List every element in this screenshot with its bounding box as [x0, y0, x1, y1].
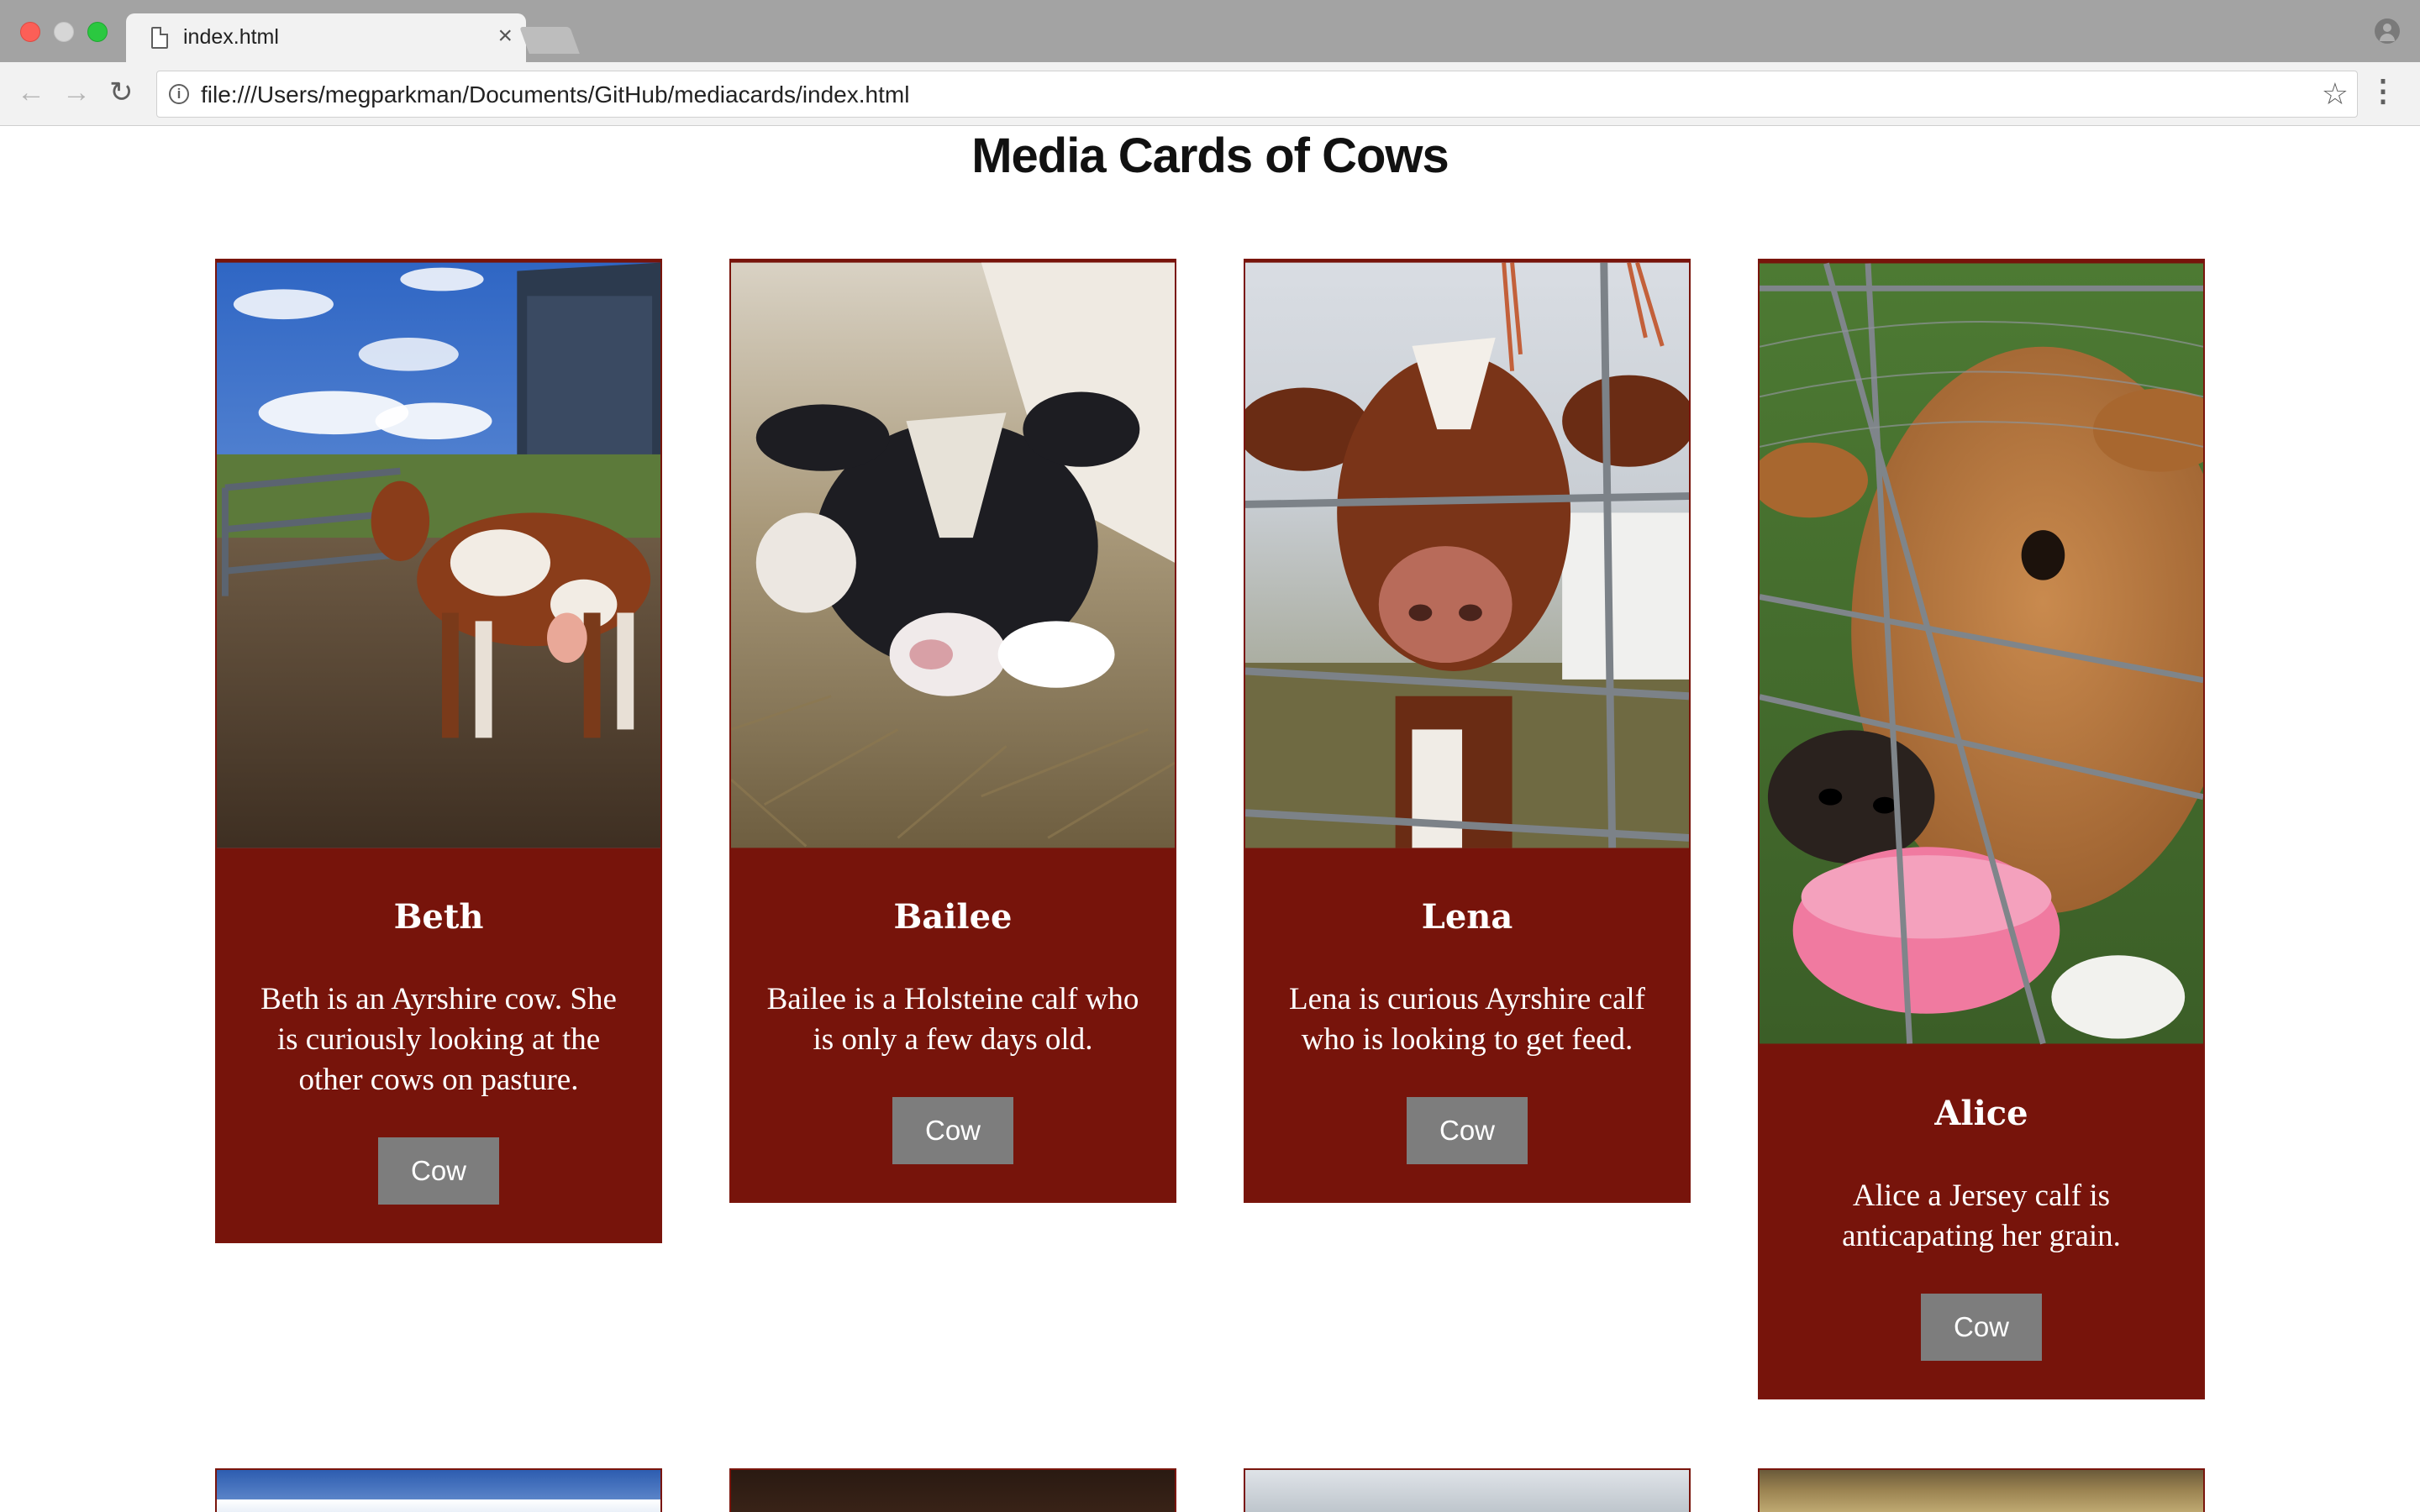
card-description: Beth is an Ayrshire cow. She is curiousl… — [260, 982, 617, 1097]
reload-icon[interactable]: ↻ — [109, 76, 134, 109]
maximize-window-button[interactable] — [87, 22, 108, 42]
card-body: Alice Alice a Jersey calf is anticapatin… — [1760, 1047, 2203, 1398]
browser-tab-bar: index.html × — [0, 0, 2420, 62]
cow-photo-lena — [1245, 261, 1689, 848]
cow-button[interactable]: Cow — [1407, 1097, 1528, 1164]
card-body: Bailee Bailee is a Holsteine calf who is… — [731, 850, 1175, 1201]
media-card-beth: Beth Beth is an Ayrshire cow. She is cur… — [215, 259, 662, 1243]
close-window-button[interactable] — [20, 22, 40, 42]
cow-button[interactable]: Cow — [378, 1137, 499, 1205]
media-card-partial — [729, 1468, 1176, 1512]
media-card-alice: Alice Alice a Jersey calf is anticapatin… — [1758, 259, 2205, 1399]
browser-tab[interactable]: index.html × — [126, 13, 526, 62]
cow-photo-bailee — [731, 262, 1175, 848]
card-title: Lena — [1421, 897, 1513, 937]
cow-button[interactable]: Cow — [892, 1097, 1013, 1164]
media-card-partial — [215, 1468, 662, 1512]
forward-icon[interactable]: → — [62, 76, 91, 109]
info-icon[interactable]: i — [169, 84, 189, 104]
new-tab-button[interactable] — [519, 27, 580, 54]
browser-menu-icon[interactable]: ⋮ — [2368, 74, 2398, 108]
card-title: Alice — [1934, 1094, 2028, 1133]
cow-photo-alice — [1760, 262, 2203, 1045]
browser-toolbar: ← → ↻ i file:///Users/megparkman/Documen… — [0, 62, 2420, 126]
tab-title: index.html — [183, 25, 279, 49]
url-text[interactable]: file:///Users/megparkman/Documents/GitHu… — [201, 81, 909, 108]
cow-photo-beth — [217, 262, 660, 848]
card-description: Alice a Jersey calf is anticapating her … — [1842, 1179, 2121, 1253]
card-description: Lena is curious Ayrshire calf who is loo… — [1288, 982, 1646, 1057]
page-content: Media Cards of Cows Beth Beth is an Ayrs… — [0, 126, 2420, 1512]
address-bar[interactable]: i file:///Users/megparkman/Documents/Git… — [156, 71, 2358, 118]
back-icon[interactable]: ← — [17, 76, 45, 109]
profile-icon[interactable] — [2375, 18, 2400, 44]
media-card-partial — [1244, 1468, 1691, 1512]
card-body: Beth Beth is an Ayrshire cow. She is cur… — [217, 850, 660, 1242]
media-card-bailee: Bailee Bailee is a Holsteine calf who is… — [729, 259, 1176, 1203]
media-card-lena: Lena Lena is curious Ayrshire calf who i… — [1244, 259, 1691, 1203]
cow-button[interactable]: Cow — [1921, 1294, 2042, 1361]
page-title: Media Cards of Cows — [971, 129, 1449, 183]
bookmark-star-icon[interactable]: ☆ — [2322, 76, 2349, 112]
media-card-partial — [1758, 1468, 2205, 1512]
card-body: Lena Lena is curious Ayrshire calf who i… — [1245, 850, 1689, 1201]
card-description: Bailee is a Holsteine calf who is only a… — [766, 982, 1139, 1057]
minimize-window-button[interactable] — [54, 22, 74, 42]
card-title: Bailee — [893, 897, 1013, 937]
tab-close-icon[interactable]: × — [497, 22, 513, 50]
document-icon — [151, 27, 168, 49]
card-title: Beth — [393, 897, 484, 937]
